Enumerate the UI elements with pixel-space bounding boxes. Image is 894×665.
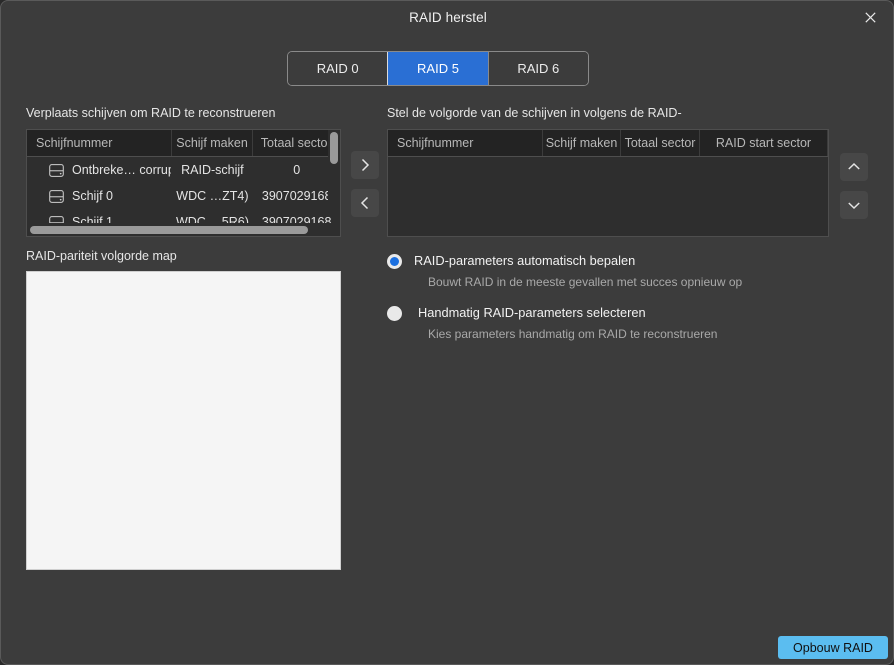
column-header-totaal-sector[interactable]: Totaal sector — [253, 130, 340, 156]
move-up-button[interactable] — [840, 153, 868, 181]
radio-auto-parameters[interactable] — [387, 254, 402, 269]
table-header-row: Schijfnummer Schijf maken Totaal sector — [27, 130, 340, 157]
option-auto-title: RAID-parameters automatisch bepalen — [414, 253, 636, 268]
radio-manual-parameters[interactable] — [387, 306, 402, 321]
parity-map-label: RAID-pariteit volgorde map — [26, 249, 177, 263]
table-row[interactable]: Schijf 0 WDC …ZT4) 3907029168 — [27, 183, 340, 209]
close-glyph — [864, 12, 876, 23]
cell-disk-name: Schijf 0 — [27, 189, 171, 203]
chevron-left-icon — [360, 196, 369, 210]
move-down-button[interactable] — [840, 191, 868, 219]
chevron-right-icon — [361, 158, 370, 172]
option-auto-texts: RAID-parameters automatisch bepalen Bouw… — [414, 253, 742, 289]
tab-raid-0[interactable]: RAID 0 — [288, 52, 388, 85]
cell-disk-name: Ontbreke… corrupt — [27, 163, 171, 177]
horizontal-scrollbar[interactable] — [27, 223, 340, 236]
available-disks-table: Schijfnummer Schijf maken Totaal sector … — [26, 129, 341, 237]
chevron-up-icon — [848, 162, 860, 170]
disk-order-label: Stel de volgorde van de schijven in volg… — [387, 106, 682, 120]
remove-disk-button[interactable] — [351, 189, 379, 217]
column-header-schijf-maken[interactable]: Schijf maken — [543, 130, 621, 156]
close-icon[interactable] — [847, 1, 893, 34]
option-manual-parameters[interactable]: Handmatig RAID-parameters selecteren Kie… — [387, 305, 717, 341]
option-manual-texts: Handmatig RAID-parameters selecteren Kie… — [414, 305, 717, 341]
disk-icon — [49, 163, 64, 177]
title-bar: RAID herstel — [1, 1, 893, 34]
page-title: RAID herstel — [409, 10, 487, 25]
option-manual-subtitle: Kies parameters handmatig om RAID te rec… — [428, 327, 718, 341]
column-header-totaal-sector[interactable]: Totaal sector — [621, 130, 700, 156]
build-raid-button[interactable]: Opbouw RAID — [778, 636, 888, 659]
vertical-scrollbar[interactable] — [328, 130, 340, 211]
option-auto-parameters[interactable]: RAID-parameters automatisch bepalen Bouw… — [387, 253, 742, 289]
option-auto-subtitle: Bouwt RAID in de meeste gevallen met suc… — [428, 275, 743, 289]
disk-name-text: Ontbreke… corrupt — [72, 163, 172, 177]
raid-recovery-window: RAID herstel RAID 0 RAID 5 RAID 6 Verpla… — [0, 0, 894, 665]
column-header-schijfnummer[interactable]: Schijfnummer — [27, 130, 172, 156]
option-manual-title: Handmatig RAID-parameters selecteren — [418, 305, 646, 320]
parity-order-map[interactable] — [26, 271, 341, 570]
table-row[interactable]: Ontbreke… corrupt RAID-schijf 0 — [27, 157, 340, 183]
available-disks-label: Verplaats schijven om RAID te reconstrue… — [26, 106, 276, 120]
cell-total-sectors: 0 — [293, 163, 301, 177]
raid-level-tabs: RAID 0 RAID 5 RAID 6 — [287, 51, 589, 86]
disk-name-text: Schijf 0 — [72, 189, 113, 203]
add-disk-button[interactable] — [351, 151, 379, 179]
tab-raid-6[interactable]: RAID 6 — [487, 52, 588, 85]
table-header-row: Schijfnummer Schijf maken Totaal sector … — [388, 130, 828, 157]
chevron-down-icon — [848, 202, 860, 210]
disk-icon — [49, 189, 64, 203]
column-header-schijfnummer[interactable]: Schijfnummer — [388, 130, 543, 156]
column-header-schijf-maken[interactable]: Schijf maken — [171, 130, 254, 156]
tab-raid-5[interactable]: RAID 5 — [387, 52, 488, 85]
disk-order-table: Schijfnummer Schijf maken Totaal sector … — [387, 129, 829, 237]
cell-disk-make: WDC …ZT4) — [176, 189, 249, 203]
column-header-raid-start-sector[interactable]: RAID start sector — [700, 130, 828, 156]
horizontal-scrollbar-thumb[interactable] — [30, 226, 308, 234]
cell-total-sectors: 3907029168 — [261, 189, 332, 203]
cell-disk-make: RAID-schijf — [181, 163, 244, 177]
vertical-scrollbar-thumb[interactable] — [330, 132, 338, 164]
